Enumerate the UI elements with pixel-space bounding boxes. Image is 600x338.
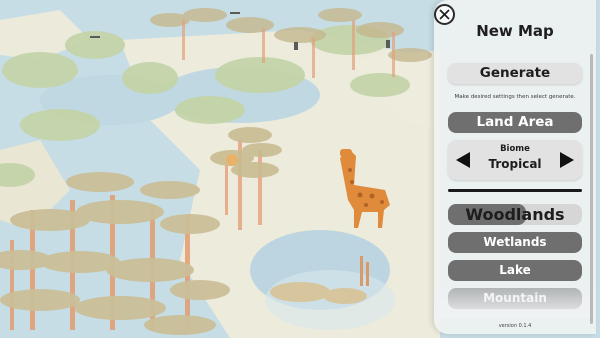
generate-button-label: Generate [479, 65, 551, 81]
close-button[interactable] [434, 4, 455, 25]
version-label: version 0.1.4 [498, 323, 532, 329]
land-area-button[interactable]: Land Area [448, 112, 582, 133]
biome-next-arrow-icon[interactable] [560, 152, 574, 168]
lake-button[interactable]: Lake [448, 260, 582, 281]
biome-selector: Biome Tropical [448, 140, 582, 180]
panel-title: New Map [476, 22, 554, 40]
woodlands-label: Woodlands [465, 205, 565, 224]
mountain-button[interactable]: Mountain [448, 288, 582, 309]
mountain-label: Mountain [483, 291, 547, 305]
lake-label: Lake [499, 263, 531, 277]
generate-hint: Make desired settings then select genera… [454, 94, 576, 100]
generate-button[interactable]: Generate [448, 63, 582, 84]
wetlands-label: Wetlands [483, 235, 547, 249]
close-icon [439, 9, 450, 20]
new-map-panel: New Map Generate Make desired settings t… [434, 0, 596, 334]
wetlands-button[interactable]: Wetlands [448, 232, 582, 253]
land-area-label: Land Area [476, 114, 554, 130]
divider [448, 189, 582, 192]
woodlands-button[interactable]: Woodlands [448, 204, 582, 225]
panel-scrollbar[interactable] [590, 54, 593, 324]
